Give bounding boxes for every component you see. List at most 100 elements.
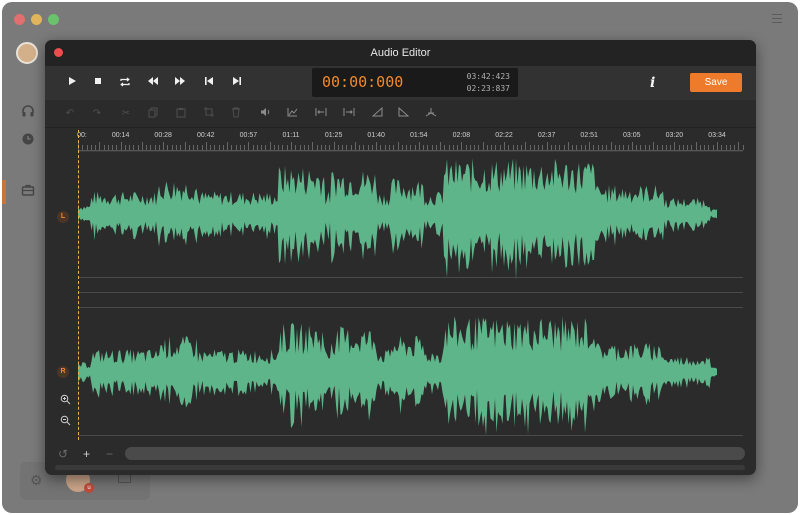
ruler-tick [141, 142, 143, 150]
playhead-cursor[interactable] [78, 130, 79, 440]
ruler-tick [440, 142, 442, 150]
waveform-channel [78, 316, 717, 436]
ruler-tick [291, 142, 292, 150]
ruler-tick [717, 142, 718, 150]
skip-start-icon[interactable] [202, 76, 216, 90]
ruler-tick [333, 142, 335, 150]
ruler-tick [227, 142, 229, 150]
ruler-tick [674, 142, 676, 150]
ruler-label: 03:20 [665, 132, 684, 139]
trim-right-icon[interactable] [342, 107, 356, 121]
ruler-label: 00:42 [197, 132, 215, 139]
right-channel-badge[interactable]: R [57, 366, 69, 378]
ruler-label: 03:34 [708, 132, 726, 139]
ruler-label: 00:28 [154, 132, 172, 139]
ruler-label: 02:08 [452, 132, 471, 139]
timeline-ruler[interactable]: 00: 00:14 00:28 00:42 00:57 01:11 01:25 01:40 01… [77, 130, 744, 151]
edit-toolbar: ↶ ↷ ✂ [45, 100, 756, 128]
ruler-label: 01:25 [324, 132, 343, 139]
ruler-tick [397, 142, 399, 150]
maximize-window-button[interactable] [48, 14, 59, 25]
add-track-button[interactable]: + [83, 448, 90, 460]
fade-out-icon[interactable] [396, 106, 410, 121]
app-logo [16, 42, 38, 64]
ruler-tick [695, 142, 697, 150]
total-time: 03:42:423 [466, 72, 510, 81]
headphones-icon[interactable] [19, 104, 37, 122]
cut-icon[interactable]: ✂ [119, 107, 133, 121]
copy-icon[interactable] [146, 107, 160, 121]
pitch-icon[interactable] [424, 107, 438, 121]
settings-gear-icon[interactable]: ⚙ [30, 472, 43, 489]
ruler-tick [163, 142, 165, 150]
menu-icon[interactable] [772, 14, 782, 23]
ruler-tick [738, 142, 740, 150]
rewind-icon[interactable] [146, 76, 160, 90]
ruler-tick [269, 142, 271, 150]
ruler-tick [631, 142, 633, 150]
delete-icon[interactable] [229, 107, 243, 121]
audio-editor-window: Audio Editor 00:00:000 03:42:423 02:23:8… [45, 40, 756, 475]
clock-icon[interactable] [19, 132, 37, 150]
zoom-in-icon[interactable] [59, 394, 71, 406]
ruler-label: 00:57 [239, 132, 258, 139]
ruler-tick [376, 142, 378, 150]
close-window-button[interactable] [14, 14, 25, 25]
fast-forward-icon[interactable] [173, 76, 187, 90]
ruler-tick [546, 142, 548, 150]
fade-in-icon[interactable] [370, 106, 384, 121]
editor-title: Audio Editor [370, 47, 431, 59]
info-button[interactable]: i [650, 75, 655, 91]
ruler-tick [525, 142, 527, 150]
paste-icon[interactable] [174, 107, 188, 121]
ruler-label: 02:22 [495, 132, 513, 139]
remove-track-button[interactable]: − [106, 448, 113, 460]
ruler-tick [461, 142, 463, 150]
ruler-tick [99, 142, 101, 150]
ruler-tick [120, 142, 122, 150]
time-display: 00:00:000 03:42:423 02:23:837 [312, 68, 518, 97]
selection-time: 02:23:837 [466, 84, 510, 93]
toolbox-icon[interactable] [19, 183, 37, 201]
ruler-tick [589, 142, 591, 150]
ruler-tick [248, 142, 250, 150]
sidebar-active-indicator [2, 180, 6, 204]
waveform-channel [78, 158, 717, 280]
waveform-display[interactable] [78, 150, 743, 440]
trim-left-icon[interactable] [314, 107, 328, 121]
minimize-window-button[interactable] [31, 14, 42, 25]
ruler-tick [418, 142, 420, 150]
skip-end-icon[interactable] [230, 76, 244, 90]
ruler-label: 03:05 [623, 132, 641, 139]
ruler-label: 01:40 [367, 132, 385, 139]
reset-zoom-button[interactable]: ↺ [58, 448, 68, 460]
crop-icon[interactable] [202, 107, 216, 121]
left-channel-badge[interactable]: L [57, 211, 69, 223]
horizontal-scrollbar[interactable] [55, 465, 745, 470]
ruler-tick [354, 142, 356, 150]
ruler-label: 02:51 [580, 132, 598, 139]
ruler-tick [610, 142, 612, 150]
ruler-label: 01:11 [282, 132, 300, 139]
ruler-tick [653, 142, 655, 150]
zoom-scrollbar[interactable] [125, 447, 745, 460]
amplify-icon[interactable] [285, 107, 299, 121]
ruler-tick [184, 142, 186, 150]
user-badge: u [84, 483, 94, 493]
undo-icon[interactable]: ↶ [63, 107, 77, 121]
ruler-tick [504, 142, 505, 150]
stop-icon[interactable] [91, 76, 105, 90]
play-icon[interactable] [65, 76, 79, 90]
redo-icon[interactable]: ↷ [90, 107, 104, 121]
save-button[interactable]: Save [690, 73, 742, 92]
zoom-out-icon[interactable] [59, 415, 71, 427]
ruler-label: 02:37 [537, 132, 556, 139]
ruler-label: 01:54 [410, 132, 428, 139]
ruler-tick [312, 142, 314, 150]
loop-icon[interactable] [118, 76, 132, 90]
current-time: 00:00:000 [322, 73, 404, 91]
volume-icon[interactable] [258, 107, 272, 121]
editor-titlebar: Audio Editor [45, 40, 756, 66]
ruler-tick [482, 142, 484, 150]
ruler-label: 00:14 [111, 132, 130, 139]
